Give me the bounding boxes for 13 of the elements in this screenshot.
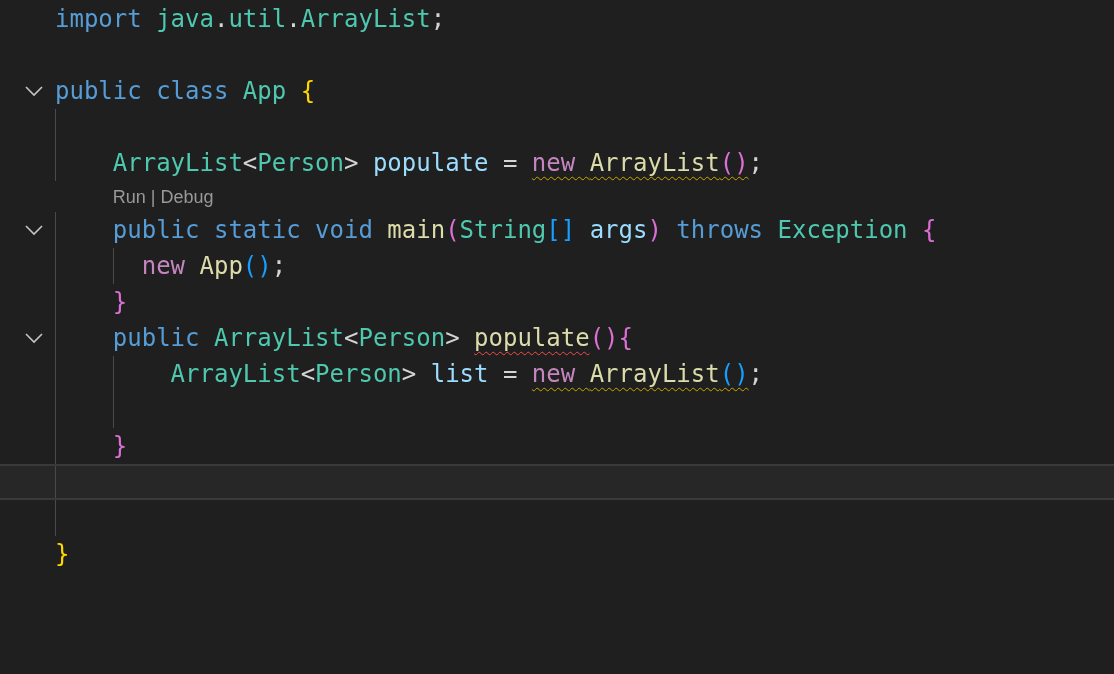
codelens-link[interactable]: Run: [112, 182, 146, 213]
codelens-link[interactable]: Debug: [160, 182, 214, 213]
code-line: }: [111, 287, 128, 318]
code-line: ArrayList<Person> populate = new ArrayList();: [111, 148, 764, 179]
code-line: public ArrayList<Person> populate(){: [111, 323, 633, 354]
code-line: }: [55, 539, 70, 570]
code-line: public static void main(String[] args) throws Exception {: [111, 215, 937, 246]
codelens-separator: |: [150, 186, 156, 209]
code-line: public class App {: [55, 76, 316, 107]
code-line: ArrayList<Person> list = new ArrayList();: [169, 359, 764, 390]
code-line: }: [111, 431, 128, 462]
code-line: import java.util.ArrayList;: [55, 4, 446, 35]
code-line: new App();: [140, 251, 287, 282]
